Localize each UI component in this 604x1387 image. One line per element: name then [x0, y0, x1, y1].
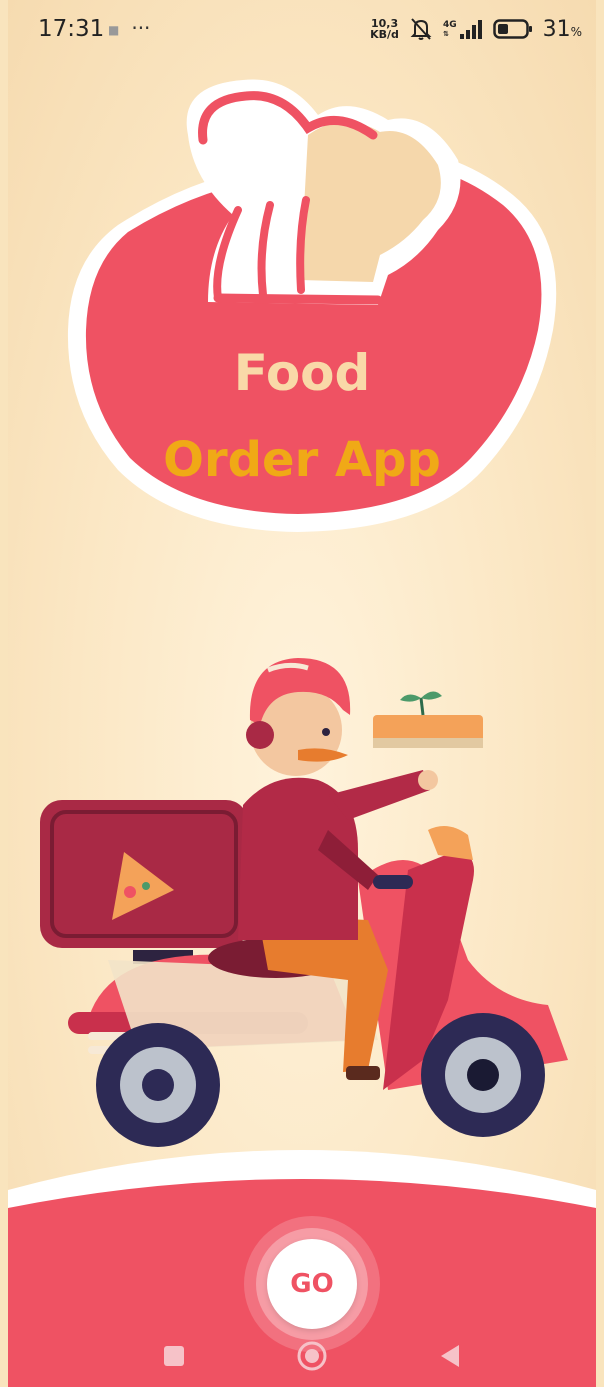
system-nav-bar: [8, 1336, 596, 1376]
go-button[interactable]: GO: [267, 1239, 357, 1329]
battery-value: 31: [542, 16, 571, 42]
battery-unit: %: [570, 24, 582, 39]
mute-bell-icon: [410, 18, 432, 40]
status-time: 17:31: [38, 16, 105, 42]
battery-percent: 31%: [543, 17, 582, 42]
back-button[interactable]: [430, 1336, 470, 1376]
status-right-icons: 10,3 KB/d 4G ⇅ 31%: [370, 14, 582, 44]
notification-dot-icon: ■: [108, 22, 120, 37]
recents-button[interactable]: [154, 1336, 194, 1376]
home-icon: [297, 1341, 327, 1371]
network-type: 4G: [442, 20, 457, 30]
app-screen: 17:31 ■ ··· 10,3 KB/d 4G ⇅ 31% Food Orde…: [8, 0, 596, 1387]
logo-title-food: Food: [233, 344, 371, 402]
battery-icon: [492, 19, 532, 39]
logo-title-order-app: Order App: [163, 432, 441, 488]
net-speed-unit: KB/d: [370, 28, 399, 41]
net-speed: 10,3 KB/d: [370, 18, 399, 40]
delivery-rider-illustration: [40, 658, 568, 1147]
app-logo: Food Order App: [8, 50, 596, 550]
home-button[interactable]: [292, 1336, 332, 1376]
back-icon: [441, 1345, 459, 1367]
recents-icon: [164, 1346, 184, 1366]
status-left-icons: ■ ···: [108, 16, 150, 40]
overflow-dots: ···: [131, 16, 151, 40]
signal-icon: 4G ⇅: [443, 19, 483, 39]
